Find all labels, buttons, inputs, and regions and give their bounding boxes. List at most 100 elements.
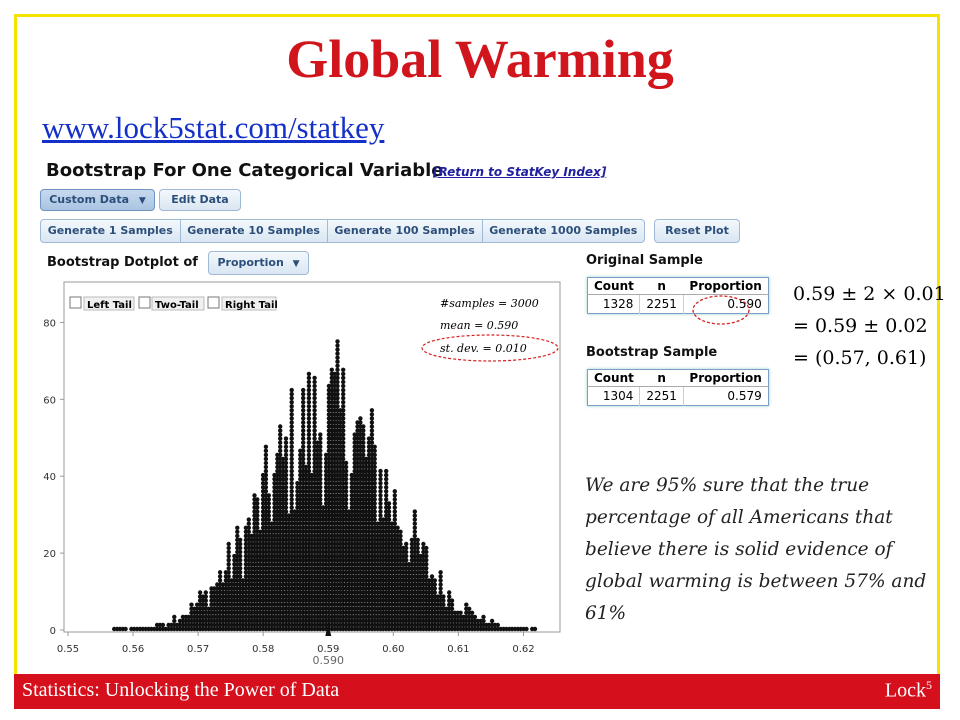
two-tail-checkbox[interactable]: [138, 296, 151, 309]
dot: [481, 614, 486, 620]
dot: [369, 420, 375, 425]
dot: [467, 606, 472, 611]
dot: [255, 513, 260, 518]
dot: [306, 448, 312, 453]
dot: [217, 578, 223, 583]
dot: [343, 493, 349, 498]
dot: [412, 517, 417, 522]
dot: [278, 428, 283, 433]
dot: [289, 501, 294, 506]
dot: [289, 416, 294, 421]
reset-plot-button[interactable]: Reset Plot: [654, 219, 740, 243]
dot: [372, 497, 377, 502]
dot: [341, 404, 346, 409]
dot: [301, 424, 306, 429]
footer-brand-name: Lock: [884, 679, 926, 702]
left-tail-checkbox[interactable]: [69, 296, 82, 309]
right-tail-checkbox[interactable]: [207, 296, 220, 309]
dot: [226, 557, 231, 563]
dot: [263, 464, 269, 470]
dot: [235, 533, 240, 539]
dot: [449, 602, 455, 607]
dot: [335, 391, 340, 397]
dot: [289, 493, 294, 498]
dot: [123, 626, 128, 632]
dot: [378, 509, 383, 514]
dot: [289, 468, 294, 474]
dot: [289, 448, 294, 453]
dot: [424, 570, 429, 575]
dot: [341, 387, 346, 393]
x-tick-label: 0.62: [512, 644, 534, 655]
dot: [306, 408, 312, 413]
dot: [318, 501, 323, 506]
dot: [438, 578, 443, 583]
dot: [412, 525, 417, 530]
dot: [369, 428, 375, 433]
dot: [266, 497, 271, 502]
dot: [378, 493, 383, 498]
std-dev-text: st. dev. = 0.010: [440, 342, 527, 355]
dot: [372, 476, 377, 482]
dot: [343, 464, 349, 470]
dot: [289, 428, 294, 433]
dot: [341, 400, 346, 405]
dot: [238, 549, 243, 555]
dot: [412, 533, 417, 539]
dot: [263, 485, 269, 490]
dot: [361, 452, 366, 458]
dot: [255, 525, 260, 530]
dot: [369, 432, 375, 437]
table-cell: 1328: [587, 294, 641, 314]
dot: [372, 505, 377, 510]
dot: [318, 444, 323, 449]
dot: [481, 618, 486, 624]
dot: [415, 545, 420, 551]
dot: [372, 501, 377, 506]
dot: [289, 472, 294, 478]
dot: [372, 464, 377, 470]
dot: [438, 582, 443, 587]
dot: [283, 476, 289, 482]
table-header: n: [639, 369, 684, 387]
dot: [238, 566, 243, 571]
dot: [341, 371, 346, 377]
dot: [255, 501, 260, 506]
dot: [312, 432, 317, 437]
dot: [226, 541, 231, 547]
two-tail-label: Two-Tail: [155, 300, 199, 311]
dot: [412, 513, 417, 518]
dot: [343, 485, 349, 490]
dot: [226, 570, 231, 575]
dot: [289, 481, 294, 486]
dot: [415, 537, 420, 543]
formula-line-3: = (0.57, 0.61): [793, 347, 927, 369]
dot: [438, 570, 443, 575]
dot: [343, 497, 349, 502]
mean-text: mean = 0.590: [440, 319, 518, 332]
dot: [318, 436, 323, 441]
dot: [392, 505, 397, 510]
dot: [318, 432, 323, 437]
dot: [263, 468, 269, 474]
footer-bar: Statistics: Unlocking the Power of Data …: [14, 674, 940, 709]
dot: [361, 428, 366, 433]
dot: [301, 428, 306, 433]
dot: [341, 375, 346, 381]
dot: [335, 375, 340, 381]
dot: [283, 448, 289, 453]
dot: [335, 351, 340, 356]
dot: [263, 481, 269, 486]
dot: [301, 416, 306, 421]
dot: [335, 343, 340, 348]
dot: [335, 347, 340, 352]
dot: [263, 460, 269, 466]
dot: [306, 452, 312, 458]
dot: [301, 412, 306, 417]
dot: [238, 545, 243, 551]
x-tick-label: 0.61: [447, 644, 469, 655]
dot: [263, 456, 269, 462]
dot: [369, 408, 375, 413]
dot: [255, 497, 260, 502]
dot: [449, 598, 455, 603]
